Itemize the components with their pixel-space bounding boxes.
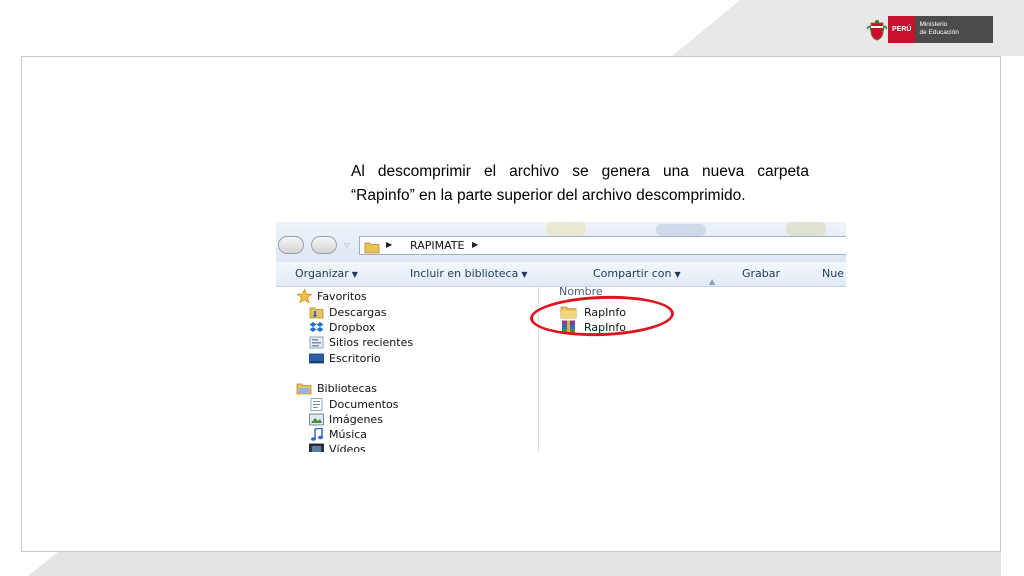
- blurred-background-icon: [546, 222, 586, 236]
- toolbar-label: Organizar: [295, 267, 349, 280]
- path-separator-icon[interactable]: ▶: [386, 240, 392, 249]
- nav-favorites-label: Favoritos: [317, 289, 367, 303]
- nav-item-music[interactable]: Música: [308, 427, 367, 441]
- navigation-pane: Favoritos Descargas Dropbox Sitios recie…: [276, 287, 539, 452]
- nav-item-videos[interactable]: Vídeos: [308, 442, 366, 452]
- back-button[interactable]: [278, 236, 304, 254]
- caption-line-2: “Rapinfo” en la parte superior del archi…: [351, 187, 746, 204]
- nav-item-label: Descargas: [329, 305, 387, 319]
- nav-item-label: Escritorio: [329, 351, 381, 365]
- blurred-background-icon: [656, 224, 706, 236]
- nav-item-label: Documentos: [329, 397, 399, 411]
- share-with-button[interactable]: Compartir con ▼: [593, 267, 681, 280]
- toolbar-label: Compartir con: [593, 267, 672, 280]
- history-dropdown-icon[interactable]: ▽: [344, 242, 349, 250]
- dropdown-arrow-icon: ▼: [521, 270, 528, 279]
- new-folder-button[interactable]: Nue: [822, 267, 844, 280]
- path-separator-icon[interactable]: ▶: [472, 240, 478, 249]
- nav-item-descargas[interactable]: Descargas: [308, 305, 387, 319]
- folder-icon: [364, 239, 380, 258]
- nav-item-label: Música: [329, 427, 368, 441]
- sort-caret-icon: ▲: [709, 277, 716, 286]
- pictures-icon: [308, 412, 324, 426]
- coat-of-arms-icon: [866, 16, 888, 43]
- recent-places-icon: [308, 335, 324, 349]
- nav-item-documents[interactable]: Documentos: [308, 397, 398, 411]
- logo-ministry-line1: Ministerio: [919, 21, 948, 28]
- star-icon: [296, 289, 312, 303]
- toolbar-label: Incluir en biblioteca: [410, 267, 519, 280]
- address-path[interactable]: RAPIMATE: [410, 239, 464, 252]
- documents-icon: [308, 397, 324, 411]
- videos-icon: [308, 442, 324, 452]
- nav-libraries-label: Bibliotecas: [317, 381, 378, 395]
- logo-ministry-line2: de Educación: [919, 29, 959, 36]
- file-explorer-window: ▽ ▶ RAPIMATE ▶ Organizar ▼ Incluir en bib…: [276, 222, 846, 452]
- caption-line-1: Al descomprimir el archivo se genera una…: [351, 163, 809, 180]
- blurred-background-icon: [786, 222, 826, 236]
- downloads-folder-icon: [308, 305, 324, 319]
- address-bar-area: ▽ ▶ RAPIMATE ▶: [276, 222, 846, 262]
- desktop-icon: [308, 351, 324, 365]
- nav-libraries[interactable]: Bibliotecas: [296, 381, 377, 395]
- toolbar-label: Grabar: [742, 267, 781, 280]
- organize-button[interactable]: Organizar ▼: [295, 267, 358, 280]
- nav-item-desktop[interactable]: Escritorio: [308, 351, 381, 365]
- ministry-logo: PERÚ Ministerio de Educación: [866, 16, 994, 43]
- logo-ministry: Ministerio de Educación: [915, 16, 994, 43]
- include-in-library-button[interactable]: Incluir en biblioteca ▼: [410, 267, 528, 280]
- nav-favorites[interactable]: Favoritos: [296, 289, 367, 303]
- dropbox-icon: [308, 320, 324, 334]
- dropdown-arrow-icon: ▼: [351, 270, 358, 279]
- music-icon: [308, 427, 324, 441]
- address-box[interactable]: ▶ RAPIMATE ▶: [359, 236, 846, 255]
- nav-item-label: Sitios recientes: [329, 335, 414, 349]
- logo-country: PERÚ: [888, 16, 916, 43]
- nav-item-pictures[interactable]: Imágenes: [308, 412, 383, 426]
- nav-item-label: Vídeos: [329, 442, 366, 453]
- nav-item-label: Dropbox: [329, 320, 376, 334]
- forward-button[interactable]: [311, 236, 337, 254]
- burn-button[interactable]: Grabar: [742, 267, 780, 280]
- nav-item-dropbox[interactable]: Dropbox: [308, 320, 375, 334]
- dropdown-arrow-icon: ▼: [674, 270, 681, 279]
- nav-item-label: Imágenes: [329, 412, 383, 426]
- toolbar-label: Nue: [822, 267, 844, 280]
- nav-item-recent-places[interactable]: Sitios recientes: [308, 335, 413, 349]
- command-toolbar: Organizar ▼ Incluir en biblioteca ▼ Compar…: [276, 262, 846, 287]
- libraries-icon: [296, 381, 312, 395]
- slide-caption: Al descomprimir el archivo se genera una…: [351, 160, 809, 208]
